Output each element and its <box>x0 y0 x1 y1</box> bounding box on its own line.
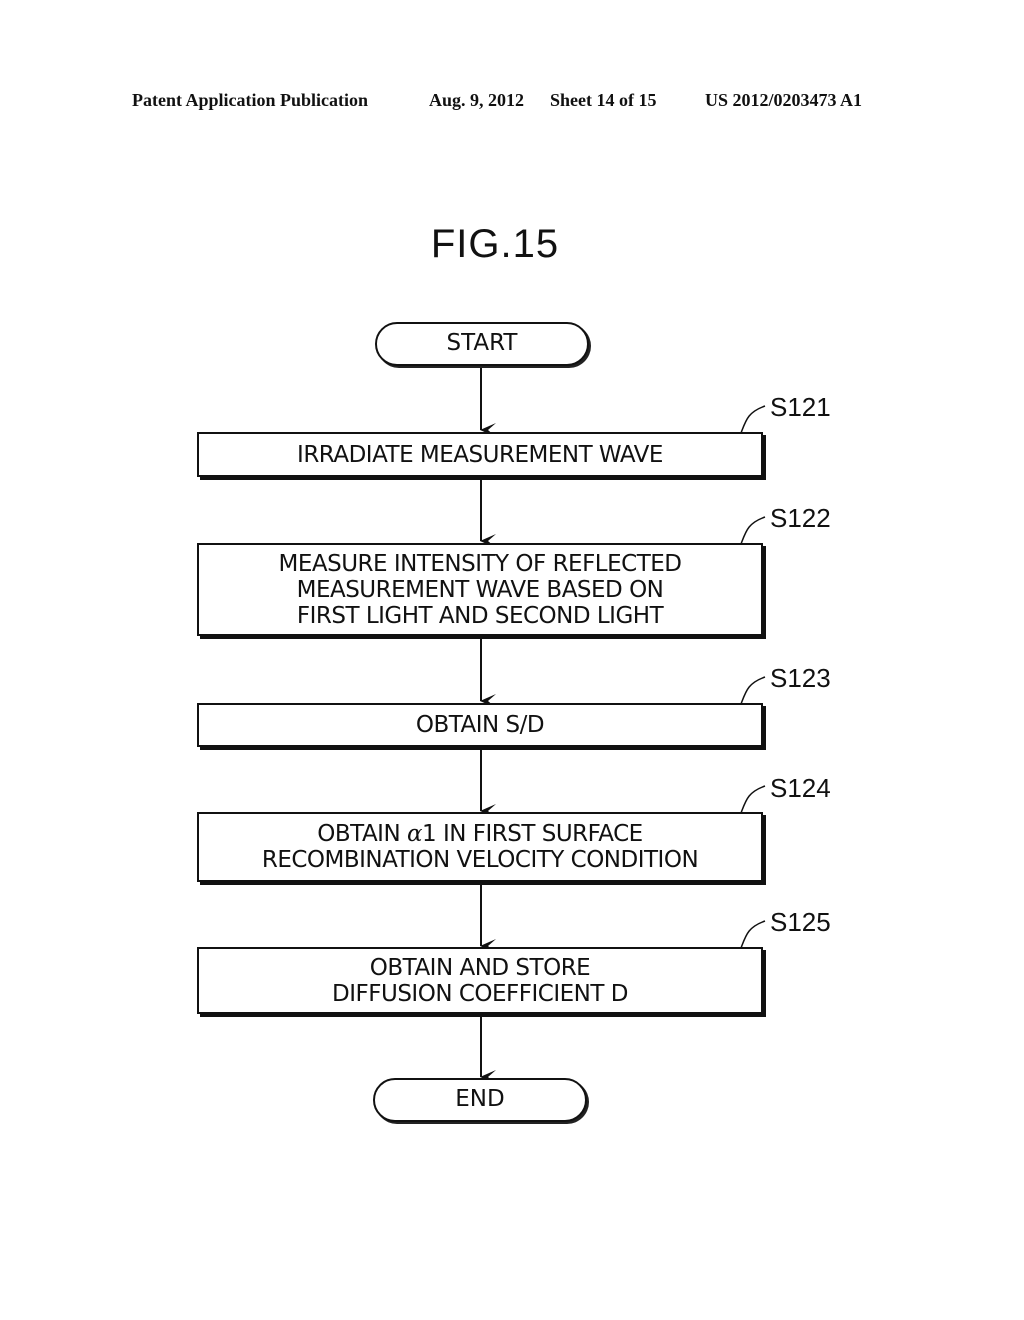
step-text: MEASUREMENT WAVE BASED ON <box>296 576 664 603</box>
leader-s121 <box>740 405 766 434</box>
step-text: OBTAIN S/D <box>415 712 545 738</box>
step-box-s124: OBTAIN α1 IN FIRST SURFACE RECOMBINATION… <box>197 812 763 882</box>
leader-s124 <box>740 785 766 814</box>
step-text: FIRST LIGHT AND SECOND LIGHT <box>296 602 664 629</box>
start-terminal: START <box>375 322 589 366</box>
step-text: DIFFUSION COEFFICIENT D <box>332 980 628 1007</box>
step-text-prefix: OBTAIN <box>317 821 407 847</box>
step-id-s124: S124 <box>770 773 831 803</box>
step-id-s125: S125 <box>770 907 831 937</box>
leader-s122 <box>740 516 766 545</box>
alpha-symbol: α <box>406 821 423 847</box>
step-id-s121: S121 <box>770 392 831 422</box>
step-box-s123: OBTAIN S/D <box>197 703 763 747</box>
step-text: RECOMBINATION VELOCITY CONDITION <box>261 847 699 873</box>
step-box-s121: IRRADIATE MEASUREMENT WAVE <box>197 432 763 477</box>
end-terminal: END <box>373 1078 587 1122</box>
step-text: OBTAIN AND STORE <box>369 954 591 981</box>
leader-s123 <box>740 676 766 705</box>
start-label: START <box>446 330 518 356</box>
step-text-suffix: 1 IN FIRST SURFACE <box>422 821 643 847</box>
step-id-s122: S122 <box>770 503 831 533</box>
step-box-s122: MEASURE INTENSITY OF REFLECTED MEASUREME… <box>197 543 763 636</box>
step-text: MEASURE INTENSITY OF REFLECTED <box>278 550 682 577</box>
flowchart-connectors <box>480 366 766 1084</box>
step-text-line-1: OBTAIN α1 IN FIRST SURFACE <box>199 821 761 847</box>
leader-s125 <box>740 920 766 949</box>
step-text: IRRADIATE MEASUREMENT WAVE <box>297 441 663 468</box>
step-id-s123: S123 <box>770 663 831 693</box>
end-label: END <box>455 1086 505 1112</box>
step-box-s125: OBTAIN AND STORE DIFFUSION COEFFICIENT D <box>197 947 763 1014</box>
